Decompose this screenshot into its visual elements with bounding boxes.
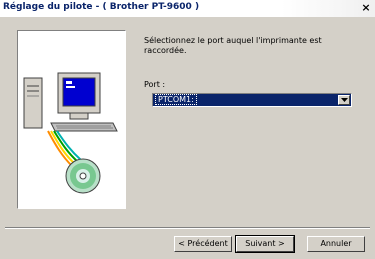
window-title: Réglage du pilote - ( Brother PT-9600 ) [3,2,200,12]
next-button[interactable]: Suivant > [235,235,295,253]
port-label: Port : [144,80,166,89]
port-select[interactable]: PTCOM1: [152,93,352,107]
instruction-text: Sélectionnez le port auquel l'imprimante… [144,36,322,55]
cancel-button[interactable]: Annuler [307,236,365,252]
title-bar[interactable]: Réglage du pilote - ( Brother PT-9600 ) … [0,0,375,17]
port-select-value: PTCOM1: [155,94,197,105]
illustration-panel [17,30,126,209]
chevron-down-icon[interactable] [338,95,350,105]
driver-setup-dialog: Réglage du pilote - ( Brother PT-9600 ) … [0,0,375,259]
previous-button[interactable]: < Précédent [174,236,232,252]
close-icon[interactable]: × [359,1,373,15]
separator [5,227,370,229]
computer-cable-cd-illustration-icon [23,72,118,194]
